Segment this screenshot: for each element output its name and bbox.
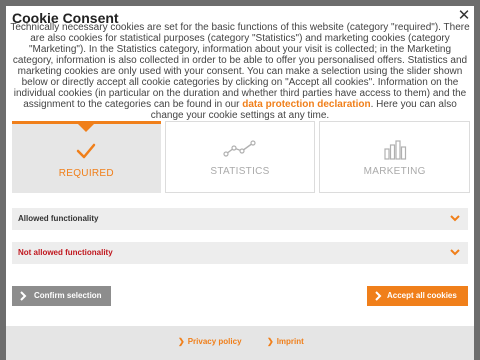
category-label: MARKETING [363, 166, 426, 177]
category-required[interactable]: REQUIRED [12, 121, 161, 193]
dialog-footer: ❯ Privacy policy ❯ Imprint [6, 326, 474, 360]
cookie-category-slider: REQUIRED STATISTICS MARKETING [12, 121, 471, 193]
checkmark-icon [77, 143, 96, 159]
chevron-right-icon [20, 291, 27, 301]
chevron-down-icon [450, 215, 460, 222]
accept-all-cookies-label: Accept all cookies [387, 291, 457, 300]
bar-chart-icon [384, 140, 406, 160]
imprint-link[interactable]: ❯ Imprint [267, 337, 304, 346]
confirm-selection-button[interactable]: Confirm selection [12, 286, 111, 306]
selected-indicator [78, 124, 95, 132]
category-marketing[interactable]: MARKETING [319, 121, 471, 193]
not-allowed-functionality-toggle[interactable]: Not allowed functionality [12, 242, 468, 264]
not-allowed-functionality-label: Not allowed functionality [18, 248, 113, 257]
category-label: STATISTICS [210, 166, 270, 177]
allowed-functionality-toggle[interactable]: Allowed functionality [12, 208, 468, 230]
confirm-selection-label: Confirm selection [34, 291, 102, 300]
imprint-label: Imprint [276, 337, 304, 346]
privacy-policy-label: Privacy policy [187, 337, 242, 346]
intro-text-part-1: Technically necessary cookies are set fo… [10, 22, 470, 110]
cookie-consent-dialog: ✕ Cookie Consent Technically necessary c… [6, 6, 474, 360]
category-statistics[interactable]: STATISTICS [164, 121, 316, 193]
line-chart-icon [223, 140, 256, 157]
chevron-right-icon: ❯ [178, 337, 185, 346]
accept-all-cookies-button[interactable]: Accept all cookies [367, 286, 468, 306]
chevron-right-icon: ❯ [267, 337, 274, 346]
intro-text: Technically necessary cookies are set fo… [10, 22, 470, 121]
allowed-functionality-label: Allowed functionality [18, 214, 99, 223]
category-label: REQUIRED [58, 168, 114, 179]
chevron-down-icon [450, 249, 460, 256]
data-protection-link[interactable]: data protection declaration [242, 99, 370, 110]
privacy-policy-link[interactable]: ❯ Privacy policy [178, 337, 242, 346]
chevron-right-icon [375, 291, 382, 301]
